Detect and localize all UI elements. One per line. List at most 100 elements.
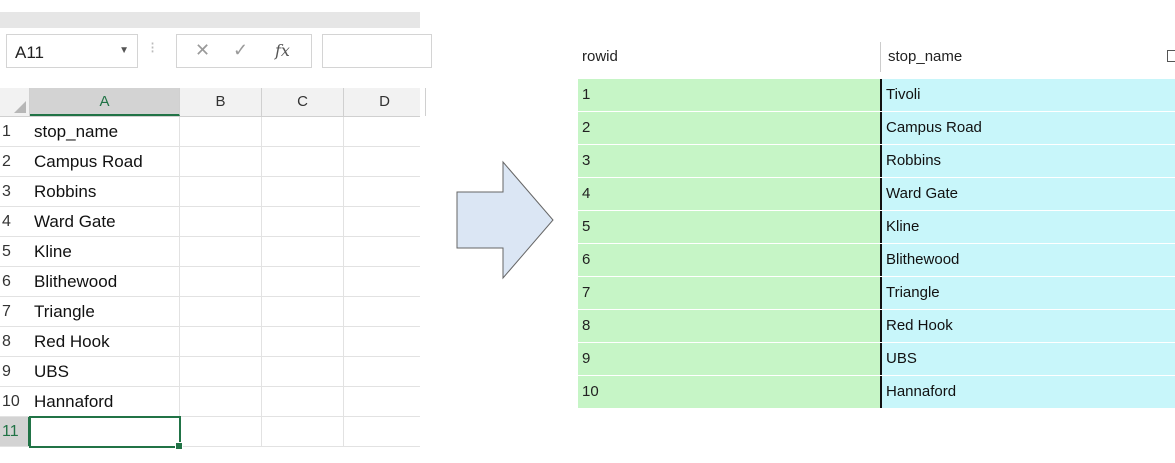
name-box-value: A11 <box>15 43 44 62</box>
cell-c[interactable] <box>262 147 344 176</box>
rowid-cell[interactable]: 3 <box>578 145 880 177</box>
table-row[interactable]: 8 Red Hook <box>578 310 1175 343</box>
cell-b[interactable] <box>180 207 262 236</box>
cell-c[interactable] <box>262 267 344 296</box>
cell-b[interactable] <box>180 297 262 326</box>
cell-c[interactable] <box>262 177 344 206</box>
insert-function-icon[interactable]: fx <box>275 41 290 60</box>
cell-a[interactable]: Robbins <box>30 177 180 206</box>
row-header[interactable]: 1 <box>0 117 30 146</box>
cell-a[interactable]: Hannaford <box>30 387 180 416</box>
rowid-cell[interactable]: 1 <box>578 79 880 111</box>
rowid-cell[interactable]: 8 <box>578 310 880 342</box>
column-header-b[interactable]: B <box>180 88 262 116</box>
sheet-row: 2 Campus Road <box>0 147 420 177</box>
cell-b[interactable] <box>180 147 262 176</box>
cell-c[interactable] <box>262 417 344 446</box>
stop-name-cell[interactable]: Red Hook <box>882 310 1175 342</box>
sheet-row: 8 Red Hook <box>0 327 420 357</box>
cell-c[interactable] <box>262 237 344 266</box>
table-row[interactable]: 7 Triangle <box>578 277 1175 310</box>
cell-b[interactable] <box>180 357 262 386</box>
rowid-cell[interactable]: 2 <box>578 112 880 144</box>
header-stop-name[interactable]: stop_name <box>888 36 962 78</box>
enter-icon[interactable]: ✓ <box>233 40 248 61</box>
select-all-corner[interactable] <box>0 88 30 116</box>
table-row[interactable]: 1 Tivoli <box>578 79 1175 112</box>
rowid-cell[interactable]: 5 <box>578 211 880 243</box>
fill-handle[interactable] <box>175 442 183 450</box>
table-row[interactable]: 10 Hannaford <box>578 376 1175 409</box>
cell-b[interactable] <box>180 417 262 446</box>
header-divider[interactable] <box>880 42 881 72</box>
stop-name-cell[interactable]: UBS <box>882 343 1175 375</box>
rowid-cell[interactable]: 7 <box>578 277 880 309</box>
row-header[interactable]: 11 <box>0 417 30 446</box>
stop-name-cell[interactable]: Robbins <box>882 145 1175 177</box>
active-cell-outline[interactable] <box>29 416 183 450</box>
stop-name-cell[interactable]: Tivoli <box>882 79 1175 111</box>
cell-b[interactable] <box>180 237 262 266</box>
cancel-icon[interactable]: ✕ <box>195 40 210 61</box>
cell-a[interactable]: Red Hook <box>30 327 180 356</box>
cell-b[interactable] <box>180 327 262 356</box>
cell-c[interactable] <box>262 327 344 356</box>
table-row[interactable]: 5 Kline <box>578 211 1175 244</box>
chevron-down-icon[interactable]: ▼ <box>119 45 129 56</box>
name-box[interactable]: A11 ▼ <box>6 34 138 68</box>
stop-name-cell[interactable]: Campus Road <box>882 112 1175 144</box>
row-header[interactable]: 3 <box>0 177 30 206</box>
cell-a[interactable]: Blithewood <box>30 267 180 296</box>
column-menu-icon[interactable] <box>1167 50 1175 62</box>
row-header[interactable]: 7 <box>0 297 30 326</box>
rowid-cell[interactable]: 9 <box>578 343 880 375</box>
table-row[interactable]: 4 Ward Gate <box>578 178 1175 211</box>
cell-c[interactable] <box>262 387 344 416</box>
row-header[interactable]: 5 <box>0 237 30 266</box>
stop-name-cell[interactable]: Hannaford <box>882 376 1175 408</box>
sheet-row: 10 Hannaford <box>0 387 420 417</box>
cell-a[interactable]: Campus Road <box>30 147 180 176</box>
cell-b[interactable] <box>180 387 262 416</box>
rowid-cell[interactable]: 6 <box>578 244 880 276</box>
column-header-a[interactable]: A <box>30 88 180 116</box>
cell-a[interactable]: Triangle <box>30 297 180 326</box>
row-header[interactable]: 2 <box>0 147 30 176</box>
rowid-cell[interactable]: 4 <box>578 178 880 210</box>
formula-input[interactable] <box>322 34 432 68</box>
table-row[interactable]: 2 Campus Road <box>578 112 1175 145</box>
stop-name-cell[interactable]: Kline <box>882 211 1175 243</box>
row-header[interactable]: 9 <box>0 357 30 386</box>
formula-buttons: ✕ ✓ fx <box>176 34 312 68</box>
table-row[interactable]: 3 Robbins <box>578 145 1175 178</box>
cell-b[interactable] <box>180 267 262 296</box>
sheet-row: 1 stop_name <box>0 117 420 147</box>
cell-c[interactable] <box>262 297 344 326</box>
header-rowid[interactable]: rowid <box>582 36 618 78</box>
sheet-row: 9 UBS <box>0 357 420 387</box>
cell-a[interactable]: Ward Gate <box>30 207 180 236</box>
stop-name-cell[interactable]: Triangle <box>882 277 1175 309</box>
cell-c[interactable] <box>262 357 344 386</box>
cell-b[interactable] <box>180 117 262 146</box>
cell-a[interactable]: stop_name <box>30 117 180 146</box>
sheet-row: 5 Kline <box>0 237 420 267</box>
column-header-d[interactable]: D <box>344 88 426 116</box>
cell-a[interactable]: Kline <box>30 237 180 266</box>
column-header-c[interactable]: C <box>262 88 344 116</box>
row-header[interactable]: 10 <box>0 387 30 416</box>
cell-c[interactable] <box>262 117 344 146</box>
cell-a[interactable]: UBS <box>30 357 180 386</box>
row-header[interactable]: 8 <box>0 327 30 356</box>
cell-c[interactable] <box>262 207 344 236</box>
stop-name-cell[interactable]: Blithewood <box>882 244 1175 276</box>
cell-b[interactable] <box>180 177 262 206</box>
stop-name-cell[interactable]: Ward Gate <box>882 178 1175 210</box>
rowid-cell[interactable]: 10 <box>578 376 880 408</box>
table-row[interactable]: 9 UBS <box>578 343 1175 376</box>
select-all-icon <box>14 101 26 113</box>
table-row[interactable]: 6 Blithewood <box>578 244 1175 277</box>
row-header[interactable]: 4 <box>0 207 30 236</box>
sheet-row: 11 <box>0 416 420 450</box>
row-header[interactable]: 6 <box>0 267 30 296</box>
